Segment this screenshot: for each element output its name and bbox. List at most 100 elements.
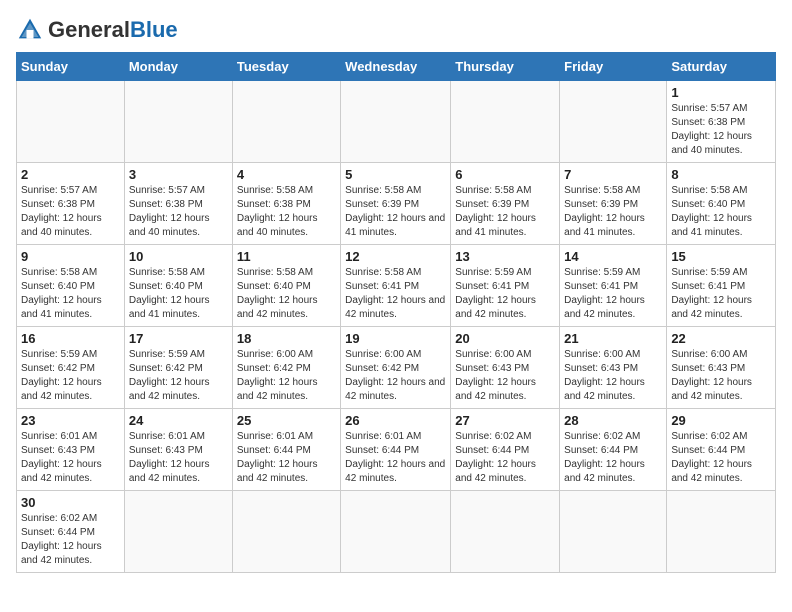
day-info: Sunrise: 6:02 AM Sunset: 6:44 PM Dayligh…	[21, 512, 120, 568]
day-number: 17	[129, 331, 228, 346]
calendar-cell	[17, 81, 125, 163]
calendar-cell: 2Sunrise: 5:57 AM Sunset: 6:38 PM Daylig…	[17, 163, 125, 245]
week-row-2: 2 Sunrise: 5:57 AM Sunset: 6:38 PM Daylig…	[17, 163, 776, 245]
day-info: Sunrise: 5:58 AM Sunset: 6:41 PM Dayligh…	[345, 266, 446, 322]
day-info: Sunrise: 6:01 AM Sunset: 6:43 PM Dayligh…	[21, 430, 120, 486]
calendar-cell	[451, 81, 560, 163]
calendar-cell	[232, 491, 340, 573]
day-info: Sunrise: 6:00 AM Sunset: 6:43 PM Dayligh…	[564, 348, 662, 404]
weekday-wednesday: Wednesday	[341, 53, 451, 81]
day-number: 3	[129, 167, 228, 182]
day-number: 16	[21, 331, 120, 346]
calendar-cell: 21 Sunrise: 6:00 AM Sunset: 6:43 PM Dayli…	[560, 327, 667, 409]
day-info: Sunrise: 5:58 AM Sunset: 6:40 PM Dayligh…	[671, 184, 771, 240]
calendar-cell: 13Sunrise: 5:59 AM Sunset: 6:41 PM Dayli…	[451, 245, 560, 327]
logo-text: GeneralBlue	[48, 17, 178, 43]
day-number: 27	[455, 413, 555, 428]
day-info: Sunrise: 5:58 AM Sunset: 6:39 PM Dayligh…	[455, 184, 555, 240]
day-number: 6	[455, 167, 555, 182]
calendar-cell: 14Sunrise: 5:59 AM Sunset: 6:41 PM Dayli…	[560, 245, 667, 327]
calendar-cell	[341, 81, 451, 163]
day-number: 23	[21, 413, 120, 428]
weekday-tuesday: Tuesday	[232, 53, 340, 81]
day-info: Sunrise: 6:01 AM Sunset: 6:44 PM Dayligh…	[237, 430, 336, 486]
week-row-3: 9 Sunrise: 5:58 AM Sunset: 6:40 PM Daylig…	[17, 245, 776, 327]
day-info: Sunrise: 5:57 AM Sunset: 6:38 PM Dayligh…	[129, 184, 228, 240]
day-info: Sunrise: 6:00 AM Sunset: 6:42 PM Dayligh…	[237, 348, 336, 404]
logo-icon	[16, 16, 44, 44]
calendar-cell: 6 Sunrise: 5:58 AM Sunset: 6:39 PM Daylig…	[451, 163, 560, 245]
calendar-cell	[667, 491, 776, 573]
week-row-4: 16 Sunrise: 5:59 AM Sunset: 6:42 PM Dayli…	[17, 327, 776, 409]
calendar-cell	[451, 491, 560, 573]
day-number: 10	[129, 249, 228, 264]
day-number: 5	[345, 167, 446, 182]
day-info: Sunrise: 5:58 AM Sunset: 6:40 PM Dayligh…	[21, 266, 120, 322]
day-number: 9	[21, 249, 120, 264]
day-info: Sunrise: 6:01 AM Sunset: 6:43 PM Dayligh…	[129, 430, 228, 486]
calendar-body: 1 Sunrise: 5:57 AM Sunset: 6:38 PM Daylig…	[17, 81, 776, 573]
day-number: 26	[345, 413, 446, 428]
week-row-1: 1Sunrise: 5:57 AM Sunset: 6:38 PM Daylig…	[17, 81, 776, 163]
calendar-cell: 8 Sunrise: 5:58 AM Sunset: 6:40 PM Daylig…	[667, 163, 776, 245]
calendar-cell: 25Sunrise: 6:01 AM Sunset: 6:44 PM Dayli…	[232, 409, 340, 491]
calendar-table: SundayMondayTuesdayWednesdayThursdayFrid…	[16, 52, 776, 573]
calendar-cell: 7 Sunrise: 5:58 AM Sunset: 6:39 PM Daylig…	[560, 163, 667, 245]
day-number: 29	[671, 413, 771, 428]
day-number: 21	[564, 331, 662, 346]
day-number: 2	[21, 167, 120, 182]
day-info: Sunrise: 6:00 AM Sunset: 6:43 PM Dayligh…	[455, 348, 555, 404]
calendar-cell: 17 Sunrise: 5:59 AM Sunset: 6:42 PM Dayli…	[124, 327, 232, 409]
weekday-saturday: Saturday	[667, 53, 776, 81]
calendar-cell	[341, 491, 451, 573]
day-number: 15	[671, 249, 771, 264]
day-info: Sunrise: 6:00 AM Sunset: 6:42 PM Dayligh…	[345, 348, 446, 404]
calendar-cell: 1Sunrise: 5:57 AM Sunset: 6:38 PM Daylig…	[667, 81, 776, 163]
day-number: 11	[237, 249, 336, 264]
day-info: Sunrise: 6:02 AM Sunset: 6:44 PM Dayligh…	[455, 430, 555, 486]
calendar-cell	[232, 81, 340, 163]
header: GeneralBlue	[16, 16, 776, 44]
day-number: 12	[345, 249, 446, 264]
day-info: Sunrise: 5:59 AM Sunset: 6:42 PM Dayligh…	[129, 348, 228, 404]
day-number: 7	[564, 167, 662, 182]
day-number: 18	[237, 331, 336, 346]
day-number: 14	[564, 249, 662, 264]
weekday-thursday: Thursday	[451, 53, 560, 81]
day-number: 8	[671, 167, 771, 182]
calendar-cell: 4Sunrise: 5:58 AM Sunset: 6:38 PM Daylig…	[232, 163, 340, 245]
calendar-cell: 29 Sunrise: 6:02 AM Sunset: 6:44 PM Dayli…	[667, 409, 776, 491]
calendar-cell: 5 Sunrise: 5:58 AM Sunset: 6:39 PM Daylig…	[341, 163, 451, 245]
calendar-cell: 26Sunrise: 6:01 AM Sunset: 6:44 PM Dayli…	[341, 409, 451, 491]
calendar-cell: 24Sunrise: 6:01 AM Sunset: 6:43 PM Dayli…	[124, 409, 232, 491]
calendar-cell: 23 Sunrise: 6:01 AM Sunset: 6:43 PM Dayli…	[17, 409, 125, 491]
week-row-6: 30 Sunrise: 6:02 AM Sunset: 6:44 PM Dayli…	[17, 491, 776, 573]
day-info: Sunrise: 5:59 AM Sunset: 6:41 PM Dayligh…	[671, 266, 771, 322]
calendar-cell: 20 Sunrise: 6:00 AM Sunset: 6:43 PM Dayli…	[451, 327, 560, 409]
calendar-cell: 9 Sunrise: 5:58 AM Sunset: 6:40 PM Daylig…	[17, 245, 125, 327]
calendar-cell	[124, 491, 232, 573]
calendar-cell: 12 Sunrise: 5:58 AM Sunset: 6:41 PM Dayli…	[341, 245, 451, 327]
calendar-cell: 10 Sunrise: 5:58 AM Sunset: 6:40 PM Dayli…	[124, 245, 232, 327]
day-info: Sunrise: 5:58 AM Sunset: 6:40 PM Dayligh…	[129, 266, 228, 322]
day-number: 30	[21, 495, 120, 510]
calendar-cell: 18 Sunrise: 6:00 AM Sunset: 6:42 PM Dayli…	[232, 327, 340, 409]
weekday-sunday: Sunday	[17, 53, 125, 81]
weekday-monday: Monday	[124, 53, 232, 81]
calendar-cell: 3 Sunrise: 5:57 AM Sunset: 6:38 PM Daylig…	[124, 163, 232, 245]
day-number: 22	[671, 331, 771, 346]
logo: GeneralBlue	[16, 16, 178, 44]
day-number: 20	[455, 331, 555, 346]
day-info: Sunrise: 5:59 AM Sunset: 6:42 PM Dayligh…	[21, 348, 120, 404]
weekday-header-row: SundayMondayTuesdayWednesdayThursdayFrid…	[17, 53, 776, 81]
calendar-cell	[560, 81, 667, 163]
calendar-cell	[124, 81, 232, 163]
calendar-cell: 28Sunrise: 6:02 AM Sunset: 6:44 PM Dayli…	[560, 409, 667, 491]
calendar-cell: 16 Sunrise: 5:59 AM Sunset: 6:42 PM Dayli…	[17, 327, 125, 409]
day-number: 4	[237, 167, 336, 182]
day-info: Sunrise: 6:02 AM Sunset: 6:44 PM Dayligh…	[671, 430, 771, 486]
day-number: 1	[671, 85, 771, 100]
calendar-cell: 22Sunrise: 6:00 AM Sunset: 6:43 PM Dayli…	[667, 327, 776, 409]
day-info: Sunrise: 5:58 AM Sunset: 6:39 PM Dayligh…	[345, 184, 446, 240]
day-info: Sunrise: 5:58 AM Sunset: 6:39 PM Dayligh…	[564, 184, 662, 240]
